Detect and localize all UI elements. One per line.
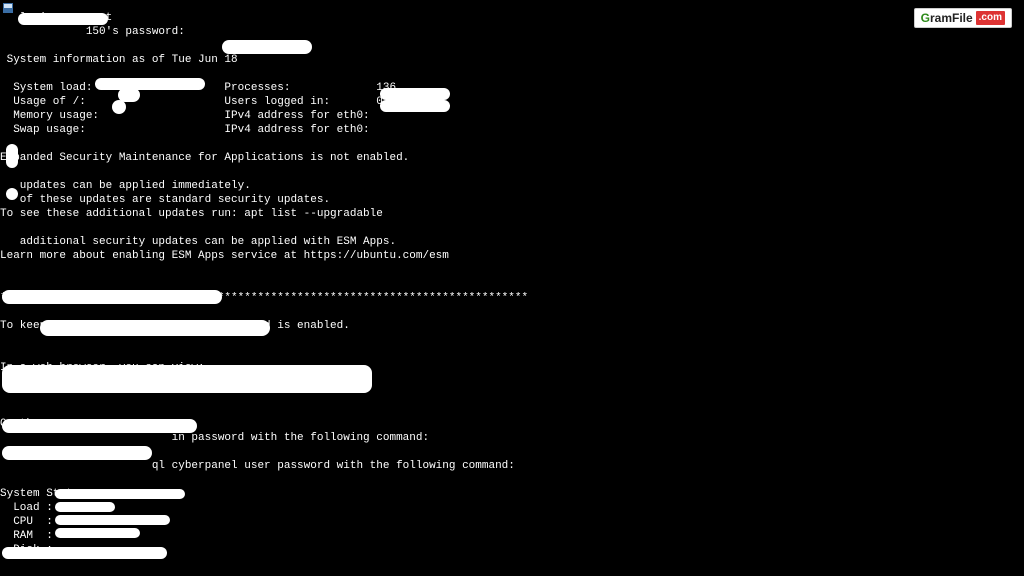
line-updates-2: of these updates are standard security u… (0, 194, 330, 206)
redaction (6, 144, 18, 168)
redaction (112, 100, 126, 114)
redaction (55, 489, 185, 499)
redaction (2, 290, 222, 304)
line-esm-notice: Expanded Security Maintenance for Applic… (0, 152, 409, 164)
redaction (380, 100, 450, 112)
redaction (18, 13, 108, 25)
redaction (6, 188, 18, 200)
line-updates-3: To see these additional updates run: apt… (0, 208, 383, 220)
line-password-cmd-2: ql cyberpanel user password with the fol… (0, 460, 515, 472)
line-updates-1: updates can be applied immediately. (0, 180, 251, 192)
line-usage: Usage of /: Users logged in: 0 (0, 96, 383, 108)
line-password: 150's password: (0, 26, 185, 38)
badge-dotcom: .com (976, 11, 1005, 25)
badge-g: G (921, 11, 930, 25)
line-password-cmd-1: in password with the following command: (0, 432, 429, 444)
line-status-load: Load : (0, 502, 53, 514)
line-swap: Swap usage: IPv4 address for eth0: (0, 124, 370, 136)
line-memory: Memory usage: IPv4 address for eth0: (0, 110, 370, 122)
line-esm-apps-1: additional security updates can be appli… (0, 236, 396, 248)
redaction (2, 547, 167, 559)
badge-rest: ramFile (930, 11, 973, 25)
redaction (95, 78, 205, 90)
redaction (222, 40, 312, 54)
gramfile-watermark: GramFile.com (914, 8, 1012, 28)
line-status-cpu: CPU : (0, 516, 53, 528)
line-status-ram: RAM : (0, 530, 53, 542)
line-esm-apps-2: Learn more about enabling ESM Apps servi… (0, 250, 449, 262)
redaction (380, 88, 450, 100)
redaction (55, 515, 170, 525)
line-sysinfo-header: System information as of Tue Jun 18 (0, 54, 238, 66)
redaction (2, 365, 372, 393)
redaction (55, 502, 115, 512)
redaction (2, 419, 197, 433)
redaction (2, 446, 152, 460)
redaction (55, 528, 140, 538)
redaction (40, 320, 270, 336)
